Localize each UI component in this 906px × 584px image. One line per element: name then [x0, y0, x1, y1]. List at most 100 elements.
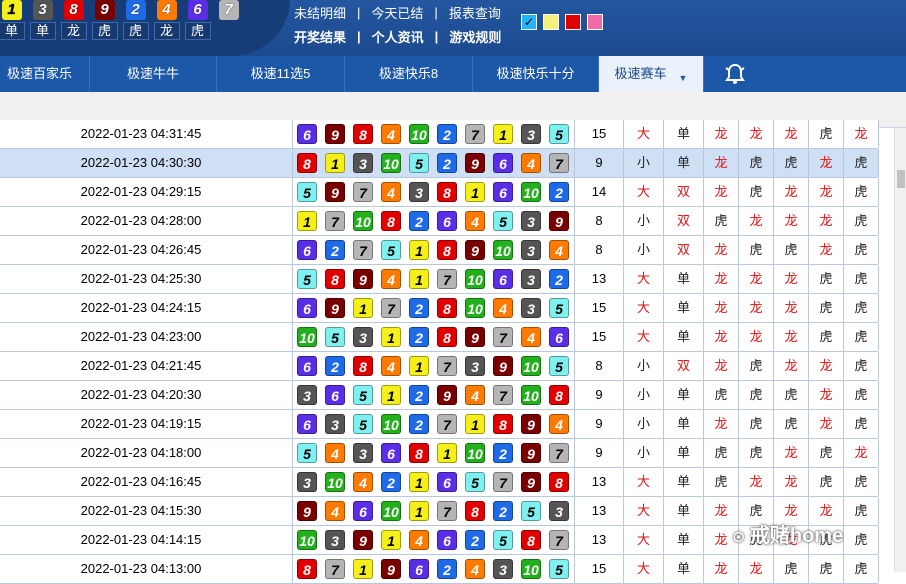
odd-even: 双: [664, 352, 704, 380]
color-swatch[interactable]: [543, 14, 559, 30]
number-ball: 6: [437, 472, 457, 492]
dragon-tiger: 虎: [809, 265, 844, 293]
number-ball: 4: [549, 414, 569, 434]
top-link[interactable]: 开奖结果: [294, 27, 346, 46]
tab-game[interactable]: 极速11选5: [217, 56, 345, 92]
big-small: 小: [624, 236, 664, 264]
table-row[interactable]: 2022-01-23 04:20:30 3 6 5 1 2 9 4 7 10 8 9 小单虎虎虎龙虎: [0, 381, 879, 410]
dragon-tiger: 龙: [739, 555, 774, 583]
number-ball: 7: [493, 327, 513, 347]
top-link[interactable]: 个人资讯: [372, 27, 424, 46]
bell-icon[interactable]: [722, 61, 748, 87]
color-swatch[interactable]: [565, 14, 581, 30]
table-row[interactable]: 2022-01-23 04:21:45 6 2 8 4 1 7 3 9 10 5 8 小双龙虎龙龙虎: [0, 352, 879, 381]
number-ball: 6: [297, 298, 317, 318]
number-ball: 7: [381, 298, 401, 318]
tab-game[interactable]: 极速牛牛: [90, 56, 217, 92]
tab-game[interactable]: 极速赛车 ▼: [599, 56, 704, 92]
scrollbar[interactable]: [894, 128, 906, 572]
draw-balls: 5 4 3 6 8 1 10 2 9 7: [293, 439, 575, 467]
dragon-tiger: 龙: [809, 352, 844, 380]
number-ball: 4: [493, 298, 513, 318]
table-row[interactable]: 2022-01-23 04:16:45 3 10 4 2 1 6 5 7 9 8 13 大单虎龙龙虎虎: [0, 468, 879, 497]
table-row[interactable]: 2022-01-23 04:13:00 8 7 1 9 6 2 4 3 10 5 15 大单龙龙虎虎虎: [0, 555, 879, 584]
result-column: 9虎: [89, 0, 120, 40]
big-small: 小: [624, 149, 664, 177]
dragon-tiger: 虎: [704, 207, 739, 235]
sum-value: 8: [575, 352, 624, 380]
number-ball: 7: [465, 124, 485, 144]
number-ball: 3: [409, 182, 429, 202]
table-row[interactable]: 2022-01-23 04:29:15 5 9 7 4 3 8 1 6 10 2 14 大双龙虎龙龙虎: [0, 178, 879, 207]
number-ball: 4: [381, 356, 401, 376]
result-label: 虎: [91, 22, 118, 40]
top-link[interactable]: 未结明细: [294, 3, 346, 22]
number-ball: 1: [297, 211, 317, 231]
draw-time: 2022-01-23 04:28:00: [0, 207, 293, 235]
draw-time: 2022-01-23 04:16:45: [0, 468, 293, 496]
tab-game[interactable]: 极速快乐8: [345, 56, 473, 92]
dragon-tiger: 龙: [704, 236, 739, 264]
tab-label: 极速赛车: [614, 66, 667, 81]
number-ball: 2: [465, 530, 485, 550]
sum-value: 9: [575, 410, 624, 438]
table-row[interactable]: 2022-01-23 04:31:45 6 9 8 4 10 2 7 1 3 5 15 大单龙龙龙虎龙: [0, 120, 879, 149]
number-ball: 1: [437, 443, 457, 463]
dragon-tiger: 龙: [774, 439, 809, 467]
number-ball: 3: [465, 356, 485, 376]
odd-even: 单: [664, 294, 704, 322]
draw-balls: 5 8 9 4 1 7 10 6 3 2: [293, 265, 575, 293]
number-ball: 9: [381, 559, 401, 579]
dragon-tiger: 虎: [844, 410, 879, 438]
table-row[interactable]: 2022-01-23 04:19:15 6 3 5 10 2 7 1 8 9 4 9 小单龙虎虎龙虎: [0, 410, 879, 439]
tab-game[interactable]: 极速快乐十分: [473, 56, 599, 92]
number-ball: 5: [297, 443, 317, 463]
color-swatch[interactable]: ✓: [521, 14, 537, 30]
tab-label: 极速快乐十分: [496, 66, 575, 81]
table-row[interactable]: 2022-01-23 04:24:15 6 9 1 7 2 8 10 4 3 5 15 大单龙龙龙虎虎: [0, 294, 879, 323]
top-link[interactable]: 游戏规则: [449, 27, 501, 46]
dragon-tiger: 虎: [844, 207, 879, 235]
dragon-tiger: 虎: [704, 439, 739, 467]
number-ball: 4: [381, 124, 401, 144]
color-swatch[interactable]: [587, 14, 603, 30]
number-ball: 9: [465, 153, 485, 173]
number-ball: 7: [325, 559, 345, 579]
result-ball: 7: [218, 0, 239, 20]
number-ball: 2: [437, 559, 457, 579]
number-ball: 1: [381, 327, 401, 347]
number-ball: 4: [465, 559, 485, 579]
result-label: 单: [0, 22, 25, 40]
number-ball: 7: [353, 240, 373, 260]
tab-label: 极速11选5: [250, 66, 311, 81]
number-ball: 5: [297, 269, 317, 289]
table-row[interactable]: 2022-01-23 04:26:45 6 2 7 5 1 8 9 10 3 4 8 小双龙虎虎龙虎: [0, 236, 879, 265]
result-column: 8龙: [58, 0, 89, 40]
dragon-tiger: 虎: [809, 555, 844, 583]
number-ball: 1: [325, 153, 345, 173]
top-link[interactable]: 今天已结: [371, 3, 423, 22]
dragon-tiger: 虎: [704, 381, 739, 409]
number-ball: 10: [409, 124, 429, 144]
number-ball: 5: [549, 298, 569, 318]
number-ball: 3: [325, 530, 345, 550]
dragon-tiger: 虎: [844, 526, 879, 554]
table-row[interactable]: 2022-01-23 04:18:00 5 4 3 6 8 1 10 2 9 7 9 小单虎虎龙虎龙: [0, 439, 879, 468]
big-small: 大: [624, 323, 664, 351]
draw-balls: 6 9 8 4 10 2 7 1 3 5: [293, 120, 575, 148]
tab-game[interactable]: 极速百家乐: [0, 56, 90, 92]
table-row[interactable]: 2022-01-23 04:30:30 8 1 3 10 5 2 9 6 4 7 9 小单龙虎虎龙虎: [0, 149, 879, 178]
dragon-tiger: 虎: [844, 178, 879, 206]
odd-even: 单: [664, 120, 704, 148]
table-row[interactable]: 2022-01-23 04:23:00 10 5 3 1 2 8 9 7 4 6 15 大单龙龙龙虎虎: [0, 323, 879, 352]
big-small: 大: [624, 526, 664, 554]
scrollbar-thumb[interactable]: [897, 170, 905, 188]
number-ball: 10: [465, 443, 485, 463]
top-links-row1: 未结明细 | 今天已结 | 报表查询: [294, 0, 501, 24]
watermark: ⊙ 戒赌home: [732, 525, 844, 547]
table-row[interactable]: 2022-01-23 04:28:00 1 7 10 8 2 6 4 5 3 9 8 小双虎龙龙龙虎: [0, 207, 879, 236]
top-link[interactable]: 报表查询: [449, 3, 501, 22]
draw-time: 2022-01-23 04:29:15: [0, 178, 293, 206]
table-row[interactable]: 2022-01-23 04:25:30 5 8 9 4 1 7 10 6 3 2 13 大单龙龙龙虎虎: [0, 265, 879, 294]
sum-value: 15: [575, 294, 624, 322]
